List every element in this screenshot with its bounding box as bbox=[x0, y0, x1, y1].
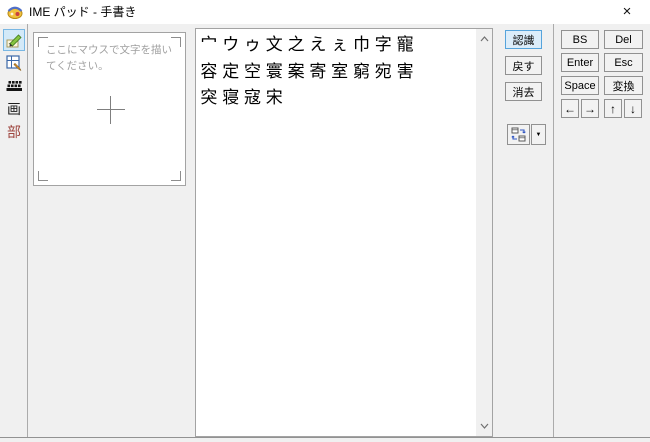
chevron-up-icon bbox=[480, 36, 489, 42]
recognize-button[interactable]: 認識 bbox=[505, 30, 542, 49]
candidate-row: 容定空寰案寄室窮宛害 bbox=[198, 59, 475, 86]
handwriting-pencil-icon bbox=[6, 32, 23, 49]
layout-switch-icon bbox=[511, 127, 526, 142]
scroll-up-button[interactable] bbox=[476, 31, 492, 47]
pad-placeholder-text: ここにマウスで文字を描いてください。 bbox=[46, 42, 178, 74]
candidate-row: 宀ウゥ文之えぇ巾字寵 bbox=[198, 32, 475, 59]
candidate-char[interactable]: ゥ bbox=[242, 32, 264, 59]
candidate-char[interactable]: 之 bbox=[285, 32, 307, 59]
candidate-char[interactable]: 突 bbox=[198, 85, 220, 112]
candidate-grid: 宀ウゥ文之えぇ巾字寵容定空寰案寄室窮宛害突寝寇宋 bbox=[198, 32, 475, 112]
stroke-count-glyph: 画 bbox=[7, 103, 21, 117]
radical-glyph: 部 bbox=[7, 126, 21, 140]
candidate-char[interactable]: 容 bbox=[198, 59, 220, 86]
candidate-char[interactable]: 字 bbox=[372, 32, 394, 59]
candidate-char[interactable]: 寝 bbox=[220, 85, 242, 112]
keyboard-icon bbox=[6, 80, 23, 94]
window-title: IME パッド - 手書き bbox=[29, 0, 136, 24]
candidate-char[interactable]: 窮 bbox=[351, 59, 373, 86]
window-bottom-edge bbox=[0, 437, 650, 438]
erase-button[interactable]: 消去 bbox=[505, 82, 542, 101]
key-arrow-right[interactable]: → bbox=[581, 99, 599, 118]
layout-dropdown-button[interactable]: ▼ bbox=[531, 124, 546, 145]
candidate-char[interactable]: 宋 bbox=[263, 85, 285, 112]
ime-pad-app-icon bbox=[7, 4, 23, 20]
divider-right bbox=[553, 24, 554, 438]
candidate-row: 突寝寇宋 bbox=[198, 85, 475, 112]
pad-corner-mark bbox=[171, 171, 181, 181]
undo-button[interactable]: 戻す bbox=[505, 56, 542, 75]
crosshair-icon bbox=[110, 96, 111, 124]
candidate-char[interactable]: 文 bbox=[263, 32, 285, 59]
candidate-char[interactable]: 空 bbox=[242, 59, 264, 86]
sidebar-item-radical[interactable]: 部 bbox=[3, 122, 25, 144]
character-list-icon bbox=[6, 55, 22, 71]
sidebar-item-soft-keyboard[interactable] bbox=[3, 76, 25, 98]
sidebar-item-handwriting[interactable] bbox=[3, 29, 25, 51]
crosshair-icon bbox=[97, 109, 125, 110]
candidate-char[interactable]: 定 bbox=[220, 59, 242, 86]
key-del[interactable]: Del bbox=[604, 30, 643, 49]
candidate-scrollbar[interactable] bbox=[476, 29, 492, 436]
key-bs[interactable]: BS bbox=[561, 30, 599, 49]
candidate-char[interactable]: 寵 bbox=[394, 32, 416, 59]
candidate-char[interactable]: え bbox=[307, 32, 329, 59]
scroll-down-button[interactable] bbox=[476, 418, 492, 434]
layout-switch-button[interactable] bbox=[507, 124, 530, 145]
key-convert[interactable]: 変換 bbox=[604, 76, 643, 95]
key-enter[interactable]: Enter bbox=[561, 53, 599, 72]
key-esc[interactable]: Esc bbox=[604, 53, 643, 72]
candidate-char[interactable]: ぇ bbox=[329, 32, 351, 59]
key-arrow-left[interactable]: ← bbox=[561, 99, 579, 118]
candidate-char[interactable]: ウ bbox=[220, 32, 242, 59]
candidate-char[interactable]: 室 bbox=[329, 59, 351, 86]
handwriting-canvas[interactable]: ここにマウスで文字を描いてください。 bbox=[33, 32, 186, 186]
key-arrow-down[interactable]: ↓ bbox=[624, 99, 642, 118]
key-space[interactable]: Space bbox=[561, 76, 599, 95]
sidebar-item-character-list[interactable] bbox=[3, 52, 25, 74]
sidebar-item-stroke-count[interactable]: 画 bbox=[3, 99, 25, 121]
chevron-down-icon bbox=[480, 423, 489, 429]
divider-left bbox=[27, 24, 28, 438]
candidate-char[interactable]: 案 bbox=[285, 59, 307, 86]
candidate-char[interactable]: 寄 bbox=[307, 59, 329, 86]
pad-corner-mark bbox=[38, 171, 48, 181]
candidate-panel: 宀ウゥ文之えぇ巾字寵容定空寰案寄室窮宛害突寝寇宋 bbox=[195, 28, 493, 437]
candidate-char[interactable]: 害 bbox=[394, 59, 416, 86]
candidate-char[interactable]: 寰 bbox=[263, 59, 285, 86]
candidate-char[interactable]: 巾 bbox=[351, 32, 373, 59]
candidate-char[interactable]: 寇 bbox=[242, 85, 264, 112]
key-arrow-up[interactable]: ↑ bbox=[604, 99, 622, 118]
ime-pad-window: IME パッド - 手書き × 画 部 bbox=[0, 0, 650, 442]
close-button[interactable]: × bbox=[604, 0, 650, 24]
title-bar: IME パッド - 手書き × bbox=[0, 0, 650, 24]
candidate-char[interactable]: 宛 bbox=[372, 59, 394, 86]
candidate-char[interactable]: 宀 bbox=[198, 32, 220, 59]
